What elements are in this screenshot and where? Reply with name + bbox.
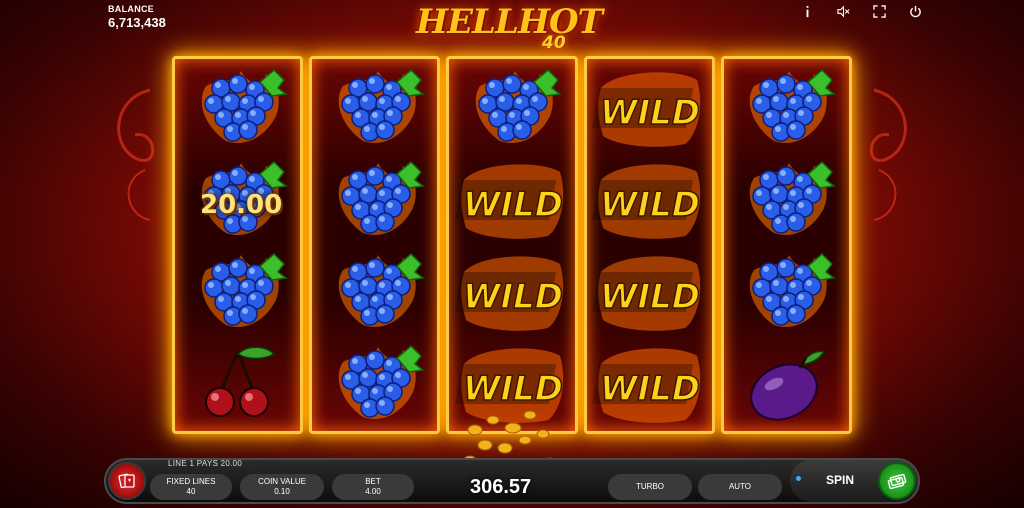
svg-text:WILD: WILD	[463, 185, 563, 225]
wild-icon: WILD	[592, 348, 701, 423]
coin-value-value: 0.10	[274, 487, 290, 496]
symbol-grapes	[312, 63, 437, 151]
auto-label: AUTO	[728, 482, 752, 491]
grapes-icon	[338, 344, 425, 420]
wild-icon: WILD	[455, 256, 564, 331]
top-toolbar	[800, 4, 922, 18]
game-logo: HELLHOT 40	[410, 0, 620, 56]
plum-icon	[750, 350, 826, 421]
spin-button[interactable]	[878, 462, 916, 500]
reel-4: WILD WILD WILD WILD	[583, 56, 715, 434]
symbol-grapes	[175, 63, 300, 151]
info-icon[interactable]	[800, 4, 814, 18]
flame-swirl-decoration	[117, 88, 155, 221]
reel-5	[720, 56, 853, 434]
grapes-icon	[475, 68, 562, 144]
symbol-grapes	[724, 155, 849, 243]
svg-text:WILD: WILD	[600, 185, 700, 225]
wild-icon: WILD	[592, 164, 701, 239]
reel-1	[172, 56, 304, 434]
turbo-button[interactable]: TURBO	[608, 474, 692, 500]
symbol-grapes	[724, 63, 849, 151]
logo-title: HELLHOT	[416, 2, 603, 42]
reel-2	[309, 56, 441, 434]
svg-text:WILD: WILD	[600, 277, 700, 317]
symbol-wild: WILD	[587, 339, 712, 427]
line-pays-text: LINE 1 PAYS 20.00	[168, 459, 243, 468]
grapes-icon	[750, 68, 837, 144]
logo-number: 40	[542, 33, 566, 53]
symbol-grapes	[449, 63, 574, 151]
wild-icon: WILD	[592, 72, 701, 147]
symbol-wild: WILD	[449, 155, 574, 243]
money-stack-icon	[887, 473, 907, 490]
grapes-icon	[338, 252, 425, 328]
win-amount: 306.57	[470, 476, 532, 498]
grapes-icon	[201, 252, 288, 328]
coin-value-label: COIN VALUE	[258, 477, 306, 486]
auto-button[interactable]: AUTO	[698, 474, 782, 500]
svg-text:WILD: WILD	[600, 369, 700, 409]
fixed-lines-label: FIXED LINES	[166, 477, 216, 486]
symbol-grapes	[312, 339, 437, 427]
reels-area: WILD WILD WILD WILD WILD WILD WILD	[172, 56, 853, 434]
balance-value: 6,713,438	[108, 15, 166, 30]
spin-label: SPIN	[826, 473, 855, 487]
grapes-icon	[338, 160, 425, 236]
turbo-label: TURBO	[636, 482, 664, 491]
balance-label: BALANCE	[108, 4, 155, 14]
bet-selector[interactable]: BET 4.00	[332, 474, 414, 500]
fixed-lines-value: 40	[186, 487, 196, 496]
symbol-plum	[724, 339, 849, 427]
symbol-grapes	[312, 155, 437, 243]
bet-value: 4.00	[365, 487, 381, 496]
symbol-wild: WILD	[587, 63, 712, 151]
reel-3: WILD WILD WILD	[446, 56, 578, 434]
symbol-wild: WILD	[449, 247, 574, 335]
svg-text:WILD: WILD	[600, 93, 700, 133]
symbol-grapes	[175, 247, 300, 335]
fullscreen-icon[interactable]	[872, 4, 886, 18]
paytable-button[interactable]	[108, 462, 146, 500]
status-dot	[796, 476, 801, 481]
wild-icon: WILD	[455, 164, 564, 239]
power-icon[interactable]	[908, 4, 922, 18]
coin-value-selector[interactable]: COIN VALUE 0.10	[240, 474, 324, 500]
grapes-icon	[338, 68, 425, 144]
flame-swirl-decoration	[869, 88, 907, 221]
cherry-icon	[204, 346, 275, 417]
cards-icon	[118, 473, 135, 489]
symbol-wild: WILD	[587, 155, 712, 243]
grapes-icon	[750, 160, 837, 236]
wild-icon: WILD	[592, 256, 701, 331]
grapes-icon	[750, 252, 837, 328]
symbol-grapes	[312, 247, 437, 335]
grapes-icon	[201, 68, 288, 144]
sound-mute-icon[interactable]	[836, 4, 850, 18]
bet-label: BET	[365, 477, 381, 486]
line-win-label: 20.00	[200, 190, 283, 220]
fixed-lines-field: FIXED LINES 40	[150, 474, 232, 500]
symbol-grapes	[724, 247, 849, 335]
symbol-wild: WILD	[587, 247, 712, 335]
symbol-cherry	[175, 339, 300, 427]
svg-text:WILD: WILD	[463, 277, 563, 317]
